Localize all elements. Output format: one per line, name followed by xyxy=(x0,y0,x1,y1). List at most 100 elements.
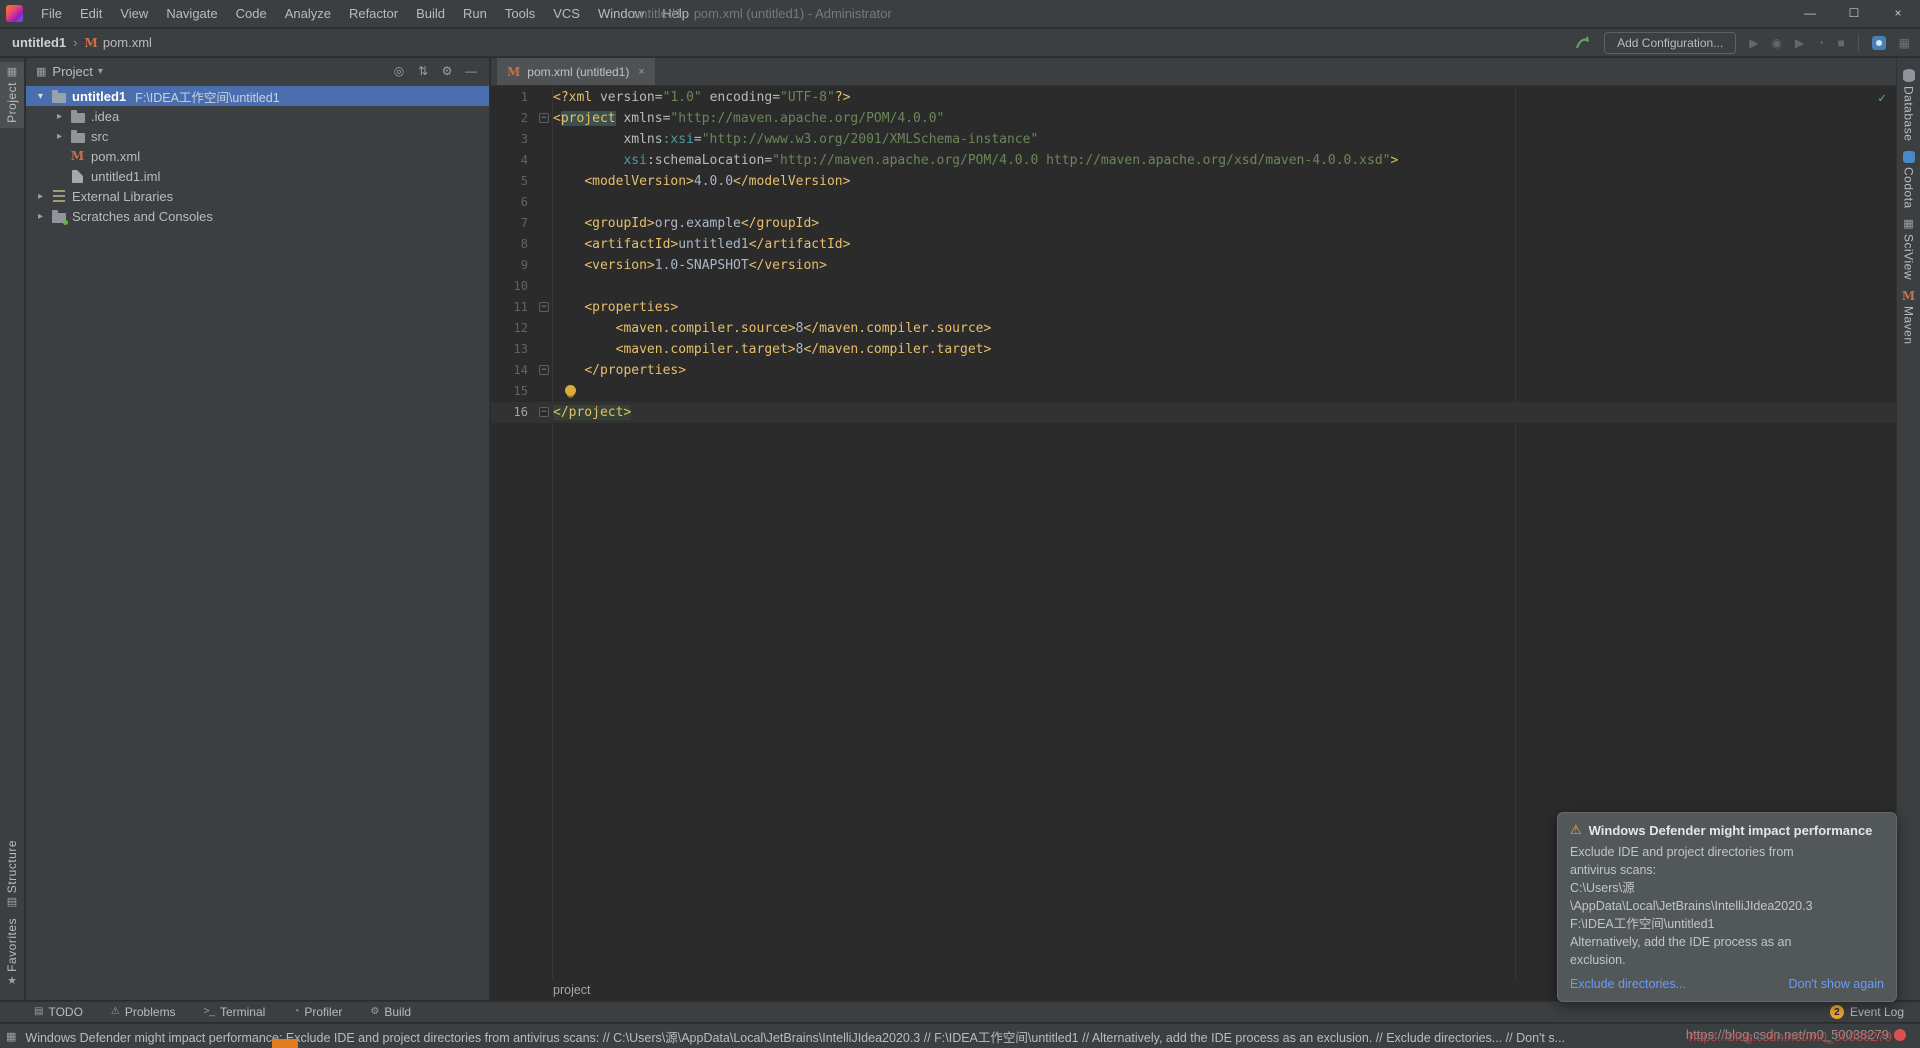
menu-view[interactable]: View xyxy=(111,0,157,27)
tree-item-external-libraries[interactable]: ▸External Libraries xyxy=(26,186,489,206)
code-line-1[interactable]: 1<?xml version="1.0" encoding="UTF-8"?> xyxy=(491,87,1896,108)
tool-stripe-database[interactable]: Database xyxy=(1897,64,1920,146)
chevron-right-icon[interactable]: ▸ xyxy=(51,131,68,142)
profiler-icon[interactable]: ◔ xyxy=(1817,37,1824,49)
breadcrumb-file[interactable]: pom.xml xyxy=(103,35,152,50)
tool-stripe-codota[interactable]: Codota xyxy=(1897,146,1920,214)
menu-analyze[interactable]: Analyze xyxy=(276,0,340,27)
tool-window-button-profiler[interactable]: ◔Profiler xyxy=(293,1005,342,1019)
code-line-13[interactable]: 13 <maven.compiler.target>8</maven.compi… xyxy=(491,339,1896,360)
tree-item-icon-wrap xyxy=(68,130,87,143)
chevron-right-icon[interactable]: ▸ xyxy=(32,191,49,202)
code-line-10[interactable]: 10 xyxy=(491,276,1896,297)
code-line-7[interactable]: 7 <groupId>org.example</groupId> xyxy=(491,213,1896,234)
hide-panel-button[interactable]: — xyxy=(459,64,483,78)
menu-refactor[interactable]: Refactor xyxy=(340,0,407,27)
exclude-directories-link[interactable]: Exclude directories... xyxy=(1570,977,1686,991)
collapse-all-button[interactable]: ⇅ xyxy=(411,64,435,78)
project-view-selector[interactable]: Project xyxy=(52,64,92,79)
status-message[interactable]: Windows Defender might impact performanc… xyxy=(25,1027,1565,1046)
code-segment: "UTF-8" xyxy=(780,90,835,105)
code-line-6[interactable]: 6 xyxy=(491,192,1896,213)
run-icon[interactable]: ▶ xyxy=(1749,37,1758,49)
tool-window-button-terminal[interactable]: >_ Terminal xyxy=(204,1005,266,1019)
window-layout-icon[interactable]: ▦ xyxy=(1899,37,1910,49)
notification-line: \AppData\Local\JetBrains\IntelliJIdea202… xyxy=(1570,897,1884,915)
close-button[interactable]: × xyxy=(1876,0,1920,28)
maximize-button[interactable]: ☐ xyxy=(1832,0,1876,28)
taskbar-app-accent xyxy=(272,1039,298,1048)
code-line-12[interactable]: 12 <maven.compiler.source>8</maven.compi… xyxy=(491,318,1896,339)
stop-icon[interactable]: ■ xyxy=(1837,37,1844,49)
code-line-3[interactable]: 3 xmlns:xsi="http://www.w3.org/2001/XMLS… xyxy=(491,129,1896,150)
code-line-9[interactable]: 9 <version>1.0-SNAPSHOT</version> xyxy=(491,255,1896,276)
tree-item-src[interactable]: ▸src xyxy=(26,126,489,146)
menu-vcs[interactable]: VCS xyxy=(544,0,589,27)
close-tab-icon[interactable]: × xyxy=(638,66,644,78)
tree-item-pom-xml[interactable]: Mpom.xml xyxy=(26,146,489,166)
tool-stripe-maven[interactable]: MMaven xyxy=(1897,285,1920,350)
plugin-icon[interactable] xyxy=(1872,36,1886,50)
menu-code[interactable]: Code xyxy=(227,0,276,27)
menu-navigate[interactable]: Navigate xyxy=(157,0,226,27)
tab-pom-xml[interactable]: M pom.xml (untitled1) × xyxy=(497,58,655,85)
tool-windows-toggle-icon[interactable]: ▦ xyxy=(6,1030,16,1043)
code-line-15[interactable]: 15 xyxy=(491,381,1896,402)
stripe-label: Database xyxy=(1902,86,1916,141)
tree-item-scratches-and-consoles[interactable]: ▸Scratches and Consoles xyxy=(26,206,489,226)
code-line-5[interactable]: 5 <modelVersion>4.0.0</modelVersion> xyxy=(491,171,1896,192)
fold-marker-icon[interactable]: − xyxy=(539,302,549,312)
menu-file[interactable]: File xyxy=(32,0,71,27)
notification-line: F:\IDEA工作空间\untitled1 xyxy=(1570,915,1884,933)
notification-title: Windows Defender might impact performanc… xyxy=(1589,823,1873,838)
chevron-down-icon[interactable]: ▾ xyxy=(32,91,49,102)
code-line-14[interactable]: 14− </properties> xyxy=(491,360,1896,381)
chevron-right-icon[interactable]: ▸ xyxy=(32,211,49,222)
code-line-4[interactable]: 4 xsi:schemaLocation="http://maven.apach… xyxy=(491,150,1896,171)
code-line-2[interactable]: 2−<project xmlns="http://maven.apache.or… xyxy=(491,108,1896,129)
line-number: 6 xyxy=(491,192,535,213)
menu-tools[interactable]: Tools xyxy=(496,0,544,27)
menu-run[interactable]: Run xyxy=(454,0,496,27)
terminal-icon: >_ xyxy=(204,1007,215,1017)
stripe-label: Maven xyxy=(1902,306,1916,345)
csdn-watermark: https://blog.csdn.net/m0_50038279 https:… xyxy=(1686,1027,1906,1042)
menu-edit[interactable]: Edit xyxy=(71,0,111,27)
tool-window-button-todo[interactable]: ▤TODO xyxy=(34,1005,83,1019)
tool-stripe-structure[interactable]: Structure▤ xyxy=(0,835,24,913)
event-log-button[interactable]: 2 Event Log xyxy=(1830,1005,1904,1019)
line-number: 2 xyxy=(491,108,535,129)
settings-gear-icon[interactable]: ⚙ xyxy=(435,64,459,78)
code-line-8[interactable]: 8 <artifactId>untitled1</artifactId> xyxy=(491,234,1896,255)
intention-bulb-icon[interactable] xyxy=(565,385,576,396)
tool-stripe-project[interactable]: ▦Project xyxy=(0,62,24,128)
code-line-16[interactable]: 16−</project> xyxy=(491,402,1896,423)
chevron-right-icon[interactable]: ▸ xyxy=(51,111,68,122)
chevron-down-icon[interactable]: ▾ xyxy=(98,66,103,77)
tool-window-button-problems[interactable]: ⚠Problems xyxy=(111,1005,176,1019)
tool-stripe-favorites[interactable]: Favorites★ xyxy=(0,913,24,992)
tree-item-idea[interactable]: ▸.idea xyxy=(26,106,489,126)
load-maven-changes-icon[interactable] xyxy=(1575,35,1591,51)
breadcrumb-project[interactable]: untitled1 xyxy=(12,35,66,50)
fold-column xyxy=(535,339,553,360)
add-configuration-button[interactable]: Add Configuration... xyxy=(1604,32,1736,54)
tool-window-button-build[interactable]: ⚙Build xyxy=(370,1005,411,1019)
tool-stripe-sciview[interactable]: ▦SciView xyxy=(1897,214,1920,285)
debug-icon[interactable]: ◉ xyxy=(1771,37,1781,49)
fold-marker-icon[interactable]: − xyxy=(539,113,549,123)
minimize-button[interactable]: — xyxy=(1788,0,1832,28)
square-blue-icon xyxy=(1903,151,1915,163)
fold-marker-icon[interactable]: − xyxy=(539,407,549,417)
breadcrumb-tag-project[interactable]: project xyxy=(553,983,591,997)
dont-show-again-link[interactable]: Don't show again xyxy=(1788,977,1884,991)
fold-marker-icon[interactable]: − xyxy=(539,365,549,375)
code-line-11[interactable]: 11− <properties> xyxy=(491,297,1896,318)
tree-item-untitled1-iml[interactable]: untitled1.iml xyxy=(26,166,489,186)
menu-build[interactable]: Build xyxy=(407,0,454,27)
tool-window-button-label: Terminal xyxy=(220,1005,265,1019)
coverage-icon[interactable]: ▶ xyxy=(1795,37,1804,49)
select-opened-file-button[interactable]: ◎ xyxy=(387,64,411,78)
tree-item-untitled1[interactable]: ▾untitled1F:\IDEA工作空间\untitled1 xyxy=(26,86,489,106)
inspection-ok-icon[interactable]: ✓ xyxy=(1878,91,1886,106)
